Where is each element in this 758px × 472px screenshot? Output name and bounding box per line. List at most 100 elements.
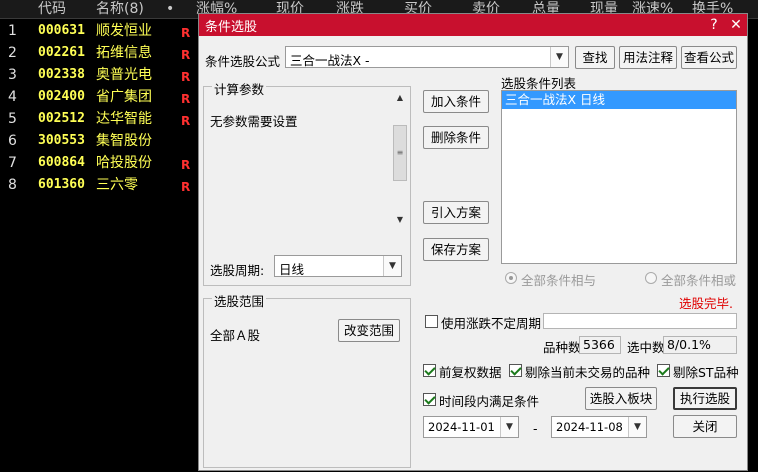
table-row[interactable]: 1 000631 顺发恒业 R	[0, 20, 200, 42]
find-button[interactable]: 查找	[575, 46, 615, 69]
params-scrollbar[interactable]: ▲ ≡ ▼	[392, 91, 408, 227]
chevron-down-icon[interactable]: ▼	[628, 417, 646, 437]
row-number: 1	[8, 23, 17, 39]
period-value: 日线	[279, 262, 305, 277]
uncertain-period-input[interactable]	[543, 313, 737, 329]
formula-value: 三合一战法X -	[290, 53, 370, 68]
table-row[interactable]: 6 300553 集智股份	[0, 130, 200, 152]
remove-untraded-label: 剔除当前未交易的品种	[525, 365, 651, 380]
count-label: 品种数	[543, 340, 581, 355]
adjusted-data-checkbox[interactable]	[423, 364, 436, 377]
radio-all-and-label: 全部条件相与	[521, 273, 597, 288]
add-condition-button[interactable]: 加入条件	[423, 90, 489, 113]
close-dialog-button[interactable]: 关闭	[673, 415, 737, 438]
view-formula-button[interactable]: 查看公式	[681, 46, 737, 69]
table-row[interactable]: 2 002261 拓维信息 R	[0, 42, 200, 64]
period-combo[interactable]: 日线 ▼	[274, 255, 402, 277]
row-number: 7	[8, 155, 17, 171]
margin-mark: R	[181, 70, 191, 84]
run-selection-button[interactable]: 执行选股	[673, 387, 737, 410]
stock-name: 三六零	[96, 177, 138, 193]
date-to-picker[interactable]: 2024-11-08 ▼	[551, 416, 647, 438]
stock-code: 002261	[38, 45, 85, 60]
usage-notes-button[interactable]: 用法注释	[619, 46, 677, 69]
import-plan-button[interactable]: 引入方案	[423, 201, 489, 224]
close-icon[interactable]: ✕	[727, 16, 745, 34]
col-dot: •	[166, 1, 175, 17]
margin-mark: R	[181, 48, 191, 62]
params-group: 计算参数 无参数需要设置 ▲ ≡ ▼ 选股周期: 日线 ▼	[203, 79, 411, 286]
scope-value: 全部Ａ股	[210, 328, 261, 343]
chevron-down-icon[interactable]: ▼	[383, 256, 401, 276]
stock-name: 省广集团	[96, 89, 152, 105]
help-icon[interactable]: ?	[705, 16, 723, 34]
change-scope-button[interactable]: 改变范围	[338, 319, 400, 342]
params-text: 无参数需要设置	[210, 114, 298, 129]
stock-name: 拓维信息	[96, 45, 152, 61]
stock-name: 奥普光电	[96, 67, 152, 83]
table-row[interactable]: 7 600864 哈投股份 R	[0, 152, 200, 174]
radio-all-or-label: 全部条件相或	[661, 273, 737, 288]
stock-code: 300553	[38, 133, 85, 148]
table-row[interactable]: 4 002400 省广集团 R	[0, 86, 200, 108]
radio-all-and[interactable]	[505, 272, 517, 284]
selected-label: 选中数	[627, 340, 665, 355]
save-plan-button[interactable]: 保存方案	[423, 238, 489, 261]
row-number: 5	[8, 111, 17, 127]
scope-group: 选股范围 全部Ａ股 改变范围	[203, 291, 411, 468]
dialog-titlebar[interactable]: 条件选股 ? ✕	[199, 14, 747, 36]
date-from-value: 2024-11-01	[428, 420, 495, 434]
time-condition-label: 时间段内满足条件	[439, 394, 540, 409]
stock-code: 000631	[38, 23, 85, 38]
row-number: 3	[8, 67, 17, 83]
table-row[interactable]: 8 601360 三六零 R	[0, 174, 200, 196]
scroll-thumb[interactable]: ≡	[393, 125, 407, 181]
stock-name: 达华智能	[96, 111, 152, 127]
uncertain-period-checkbox[interactable]	[425, 315, 438, 328]
table-row[interactable]: 5 002512 达华智能 R	[0, 108, 200, 130]
formula-combo[interactable]: 三合一战法X - ▼	[285, 46, 569, 68]
row-number: 2	[8, 45, 17, 61]
scroll-up-icon[interactable]: ▲	[392, 91, 408, 105]
scope-group-title: 选股范围	[212, 291, 267, 310]
table-row[interactable]: 3 002338 奥普光电 R	[0, 64, 200, 86]
date-to-value: 2024-11-08	[556, 420, 623, 434]
stock-code: 601360	[38, 177, 85, 192]
stock-code: 600864	[38, 155, 85, 170]
period-label: 选股周期:	[210, 263, 265, 278]
radio-all-or[interactable]	[645, 272, 657, 284]
selected-value: 8/0.1%	[663, 336, 737, 354]
stock-name: 集智股份	[96, 133, 152, 149]
list-item[interactable]: 三合一战法X 日线	[502, 91, 736, 109]
count-value: 5366	[579, 336, 621, 354]
delete-condition-button[interactable]: 删除条件	[423, 126, 489, 149]
add-to-block-button[interactable]: 选股入板块	[585, 387, 657, 410]
status-text: 选股完毕.	[679, 296, 733, 311]
row-number: 4	[8, 89, 17, 105]
margin-mark: R	[181, 158, 191, 172]
remove-untraded-checkbox[interactable]	[509, 364, 522, 377]
scroll-down-icon[interactable]: ▼	[392, 213, 408, 227]
date-from-picker[interactable]: 2024-11-01 ▼	[423, 416, 519, 438]
stock-code: 002400	[38, 89, 85, 104]
margin-mark: R	[181, 180, 191, 194]
stock-code: 002512	[38, 111, 85, 126]
margin-mark: R	[181, 114, 191, 128]
remove-st-checkbox[interactable]	[657, 364, 670, 377]
col-name[interactable]: 名称(8)	[96, 0, 144, 19]
chevron-down-icon[interactable]: ▼	[550, 47, 568, 67]
condition-select-dialog: 条件选股 ? ✕ 条件选股公式 三合一战法X - ▼ 查找 用法注释 查看公式 …	[198, 13, 748, 471]
adjusted-data-label: 前复权数据	[439, 365, 502, 380]
remove-st-label: 剔除ST品种	[673, 365, 739, 380]
col-code[interactable]: 代码	[38, 0, 66, 19]
conditions-list[interactable]: 三合一战法X 日线	[501, 90, 737, 264]
chevron-down-icon[interactable]: ▼	[500, 417, 518, 437]
margin-mark: R	[181, 26, 191, 40]
formula-label: 条件选股公式	[205, 54, 281, 69]
row-number: 8	[8, 177, 17, 193]
dialog-title: 条件选股	[205, 20, 258, 35]
stock-name: 哈投股份	[96, 155, 152, 171]
margin-mark: R	[181, 92, 191, 106]
row-number: 6	[8, 133, 17, 149]
time-condition-checkbox[interactable]	[423, 393, 436, 406]
